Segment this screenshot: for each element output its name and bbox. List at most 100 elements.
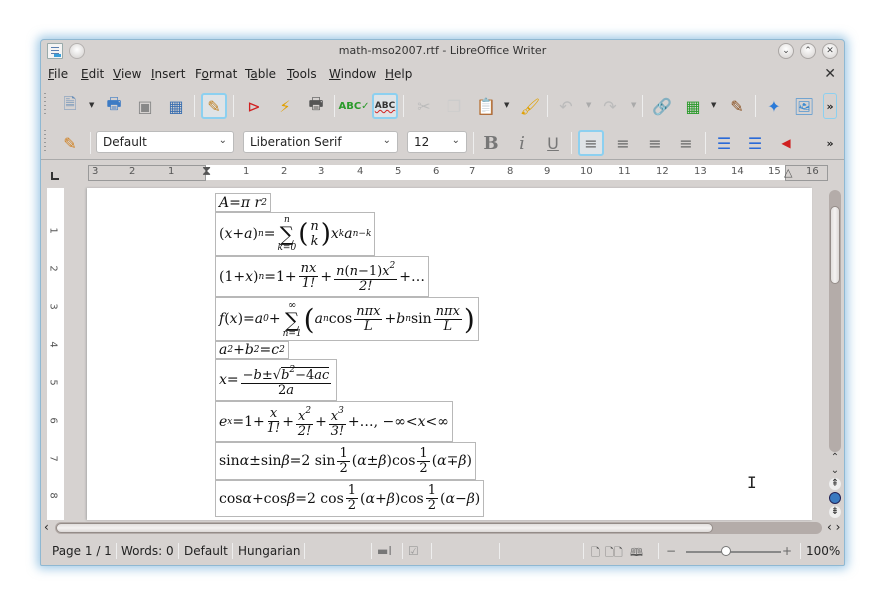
toolbar-more-icon[interactable]: » bbox=[823, 93, 837, 119]
scroll-down-icon[interactable]: ⌄ bbox=[829, 465, 841, 477]
formula-quadratic[interactable]: x= −b±√b2−4ac2a bbox=[215, 359, 337, 401]
formula-area-circle[interactable]: A=π r2 bbox=[215, 193, 271, 212]
menu-format[interactable]: Format bbox=[195, 67, 237, 81]
vertical-scroll-track[interactable] bbox=[829, 190, 841, 452]
book-view-icon[interactable]: 🕮 bbox=[630, 544, 643, 563]
next-page-icon[interactable]: ⇟ bbox=[829, 506, 841, 518]
copy-icon[interactable]: ❐ bbox=[441, 93, 467, 119]
indent-marker-icon[interactable]: ⧗ bbox=[202, 164, 211, 179]
menu-file[interactable]: File bbox=[48, 67, 68, 81]
chevron-down-icon[interactable]: ⌄ bbox=[219, 135, 227, 146]
align-left-icon[interactable]: ≡ bbox=[578, 130, 604, 156]
print-direct-icon[interactable]: ⚡ bbox=[272, 93, 298, 119]
toolbar-grip[interactable] bbox=[44, 130, 46, 154]
print-preview-icon[interactable]: 🖶 bbox=[303, 93, 329, 119]
formula-taylor-binomial[interactable]: (1+x)n=1+ nx1!+ n(n−1)x22!+… bbox=[215, 256, 429, 297]
page-count[interactable]: Page 1 / 1 bbox=[52, 544, 112, 558]
language[interactable]: Hungarian bbox=[238, 544, 300, 558]
chevron-down-icon[interactable]: ⌄ bbox=[452, 135, 460, 146]
insert-hyperlink-icon[interactable]: 🔗 bbox=[649, 93, 675, 119]
document-page[interactable]: A=π r2 (x+a)n= n∑k=0 (nk) xk an−k (1+x)n… bbox=[87, 188, 812, 520]
redo-icon[interactable]: ↷ bbox=[597, 93, 623, 119]
close-window-button[interactable]: ✕ bbox=[822, 43, 838, 59]
vertical-ruler[interactable]: 1 2 3 4 5 6 7 8 bbox=[47, 188, 64, 520]
formula-exponential-series[interactable]: ex=1+ x1!+ x22!+ x33!+…, −∞<x<∞ bbox=[215, 401, 453, 442]
insert-mode-icon[interactable]: ▬I bbox=[377, 544, 392, 558]
scroll-right-icon[interactable]: ‹ › bbox=[827, 520, 840, 534]
paste-icon[interactable]: 📋 bbox=[473, 93, 499, 119]
decrease-indent-icon[interactable]: ◀ bbox=[773, 130, 799, 156]
toolbar-grip[interactable] bbox=[44, 93, 46, 117]
bullets-icon[interactable]: ☰ bbox=[742, 130, 768, 156]
new-document-icon[interactable]: 🗎 bbox=[57, 93, 83, 119]
paragraph-style-combo[interactable]: Default ⌄ bbox=[96, 131, 234, 153]
menu-help[interactable]: Help bbox=[385, 67, 412, 81]
bold-icon[interactable]: B bbox=[478, 130, 504, 156]
cut-icon[interactable]: ✂ bbox=[411, 93, 437, 119]
previous-page-icon[interactable]: ⇞ bbox=[829, 478, 841, 490]
align-center-icon[interactable]: ≡ bbox=[610, 130, 636, 156]
undo-icon[interactable]: ↶ bbox=[553, 93, 579, 119]
clone-formatting-icon[interactable]: 🖌 bbox=[517, 93, 543, 119]
chevron-down-icon[interactable]: ⌄ bbox=[383, 135, 391, 146]
zoom-level[interactable]: 100% bbox=[806, 544, 840, 558]
paste-dropdown-arrow[interactable]: ▼ bbox=[504, 101, 509, 109]
menu-edit[interactable]: Edit bbox=[81, 67, 104, 81]
edit-mode-icon[interactable]: ✎ bbox=[201, 93, 227, 119]
zoom-out-icon[interactable]: − bbox=[666, 544, 676, 558]
underline-icon[interactable]: U bbox=[540, 130, 566, 156]
multi-page-view-icon[interactable]: 🗋🗋 bbox=[605, 544, 623, 563]
scroll-up-icon[interactable]: ⌃ bbox=[829, 452, 841, 464]
gallery-icon[interactable]: 🖼 bbox=[791, 93, 817, 119]
page-style[interactable]: Default bbox=[184, 544, 228, 558]
horizontal-scroll-track[interactable] bbox=[55, 522, 822, 534]
horizontal-scroll-thumb[interactable] bbox=[56, 523, 713, 533]
italic-icon[interactable]: i bbox=[509, 130, 535, 156]
toolbar-more-icon[interactable]: » bbox=[823, 130, 837, 156]
right-indent-marker-icon[interactable]: △ bbox=[784, 166, 792, 179]
styles-icon[interactable]: ✎ bbox=[57, 130, 83, 156]
zoom-in-icon[interactable]: + bbox=[782, 544, 792, 558]
formula-binomial-theorem[interactable]: (x+a)n= n∑k=0 (nk) xk an−k bbox=[215, 212, 375, 256]
save-icon[interactable]: ▣ bbox=[132, 93, 158, 119]
font-size-combo[interactable]: 12 ⌄ bbox=[407, 131, 467, 153]
close-document-icon[interactable]: ✕ bbox=[824, 66, 836, 82]
maximize-button[interactable]: ⌃ bbox=[800, 43, 816, 59]
tab-stop-selector[interactable] bbox=[51, 172, 59, 180]
spelling-icon[interactable]: ABC✓ bbox=[341, 93, 367, 119]
navigation-icon[interactable] bbox=[829, 492, 841, 504]
formula-pythagorean[interactable]: a2+b2=c2 bbox=[215, 341, 289, 359]
menu-table[interactable]: Table bbox=[245, 67, 276, 81]
numbering-icon[interactable]: ☰ bbox=[711, 130, 737, 156]
menu-view[interactable]: View bbox=[113, 67, 141, 81]
selection-mode-icon[interactable]: ☑ bbox=[408, 544, 419, 558]
export-pdf-icon[interactable]: ⊳ bbox=[241, 93, 267, 119]
formula-sum-of-cosines[interactable]: cosα+cosβ=2 cos 12(α+β)cos 12(α−β) bbox=[215, 480, 484, 517]
font-name-combo[interactable]: Liberation Serif ⌄ bbox=[243, 131, 398, 153]
zoom-slider-track[interactable] bbox=[686, 551, 781, 553]
templates-icon[interactable]: ▦ bbox=[163, 93, 189, 119]
word-count[interactable]: Words: 0 bbox=[121, 544, 174, 558]
horizontal-ruler[interactable]: 3 2 1 ⧗ 1 2 3 4 5 6 7 8 9 10 11 12 13 14… bbox=[88, 164, 828, 180]
minimize-button[interactable]: ⌄ bbox=[778, 43, 794, 59]
zoom-slider-knob[interactable] bbox=[721, 546, 731, 556]
undo-dropdown-arrow[interactable]: ▼ bbox=[586, 101, 591, 109]
align-right-icon[interactable]: ≡ bbox=[642, 130, 668, 156]
auto-spellcheck-icon[interactable]: ABC bbox=[372, 93, 398, 119]
justify-icon[interactable]: ≡ bbox=[673, 130, 699, 156]
vertical-scrollbar[interactable]: ⌃ ⌄ ⇞ ⇟ bbox=[828, 188, 842, 520]
menu-insert[interactable]: Insert bbox=[151, 67, 185, 81]
print-icon[interactable]: 🖶 bbox=[101, 93, 127, 119]
single-page-view-icon[interactable]: 🗋 bbox=[591, 544, 600, 563]
vertical-scroll-thumb[interactable] bbox=[830, 206, 840, 284]
menu-window[interactable]: Window bbox=[329, 67, 376, 81]
menu-tools[interactable]: Tools bbox=[287, 67, 317, 81]
insert-table-icon[interactable]: ▦ bbox=[680, 93, 706, 119]
redo-dropdown-arrow[interactable]: ▼ bbox=[631, 101, 636, 109]
formula-fourier-series[interactable]: f(x)=a0+ ∞∑n=1 (ancos nπxL+bnsin nπxL) bbox=[215, 297, 479, 341]
horizontal-scrollbar[interactable]: ‹ ‹ › bbox=[41, 521, 844, 535]
scroll-left-icon[interactable]: ‹ bbox=[44, 520, 49, 534]
table-dropdown-arrow[interactable]: ▼ bbox=[711, 101, 716, 109]
navigator-icon[interactable]: ✦ bbox=[761, 93, 787, 119]
draw-functions-icon[interactable]: ✎ bbox=[724, 93, 750, 119]
